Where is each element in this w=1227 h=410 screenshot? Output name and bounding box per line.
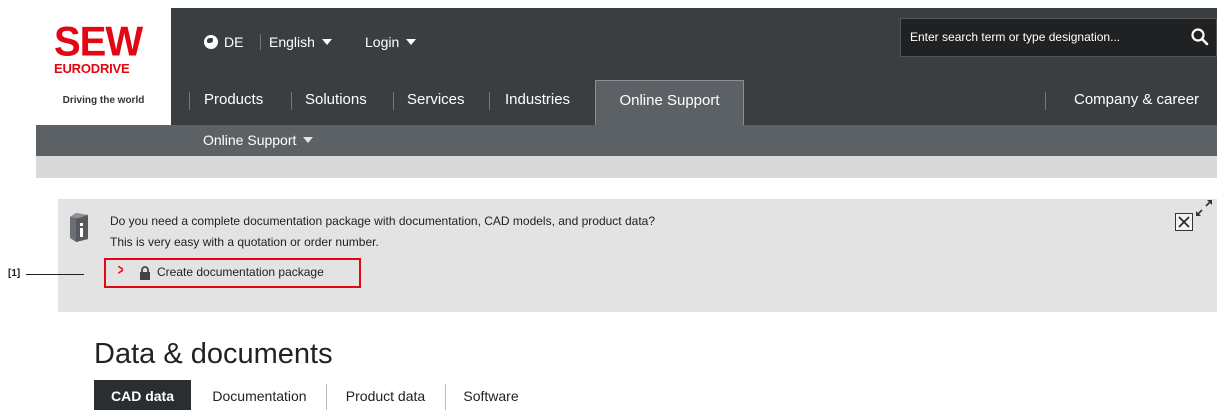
nav-divider (189, 92, 190, 110)
create-documentation-package-link[interactable]: > Create documentation package (104, 258, 361, 288)
website: SEW EURODRIVE Driving the world DE Engli… (36, 8, 1217, 410)
create-documentation-package-label: Create documentation package (157, 265, 324, 279)
sub-navigation: Online Support (36, 125, 1217, 156)
site-header: SEW EURODRIVE Driving the world DE Engli… (36, 8, 1217, 125)
expand-icon[interactable] (1195, 199, 1213, 217)
info-text-line1: Do you need a complete documentation pac… (110, 214, 656, 228)
language-selector[interactable]: English (269, 34, 332, 50)
close-icon (1178, 216, 1190, 228)
nav-item-services[interactable]: Services (407, 80, 465, 125)
data-documents-tabs: CAD data Documentation Product data Soft… (94, 380, 1216, 410)
lock-icon (140, 266, 150, 280)
callout-label: [1] (8, 268, 21, 279)
nav-item-online-support[interactable]: Online Support (595, 80, 744, 125)
language-label: English (269, 34, 315, 50)
login-menu[interactable]: Login (365, 34, 417, 50)
chevron-down-icon (406, 39, 417, 45)
subnav-label: Online Support (203, 132, 297, 148)
login-label: Login (365, 34, 400, 50)
subnav-online-support[interactable]: Online Support (203, 132, 314, 148)
page-title: Data & documents (94, 338, 333, 370)
nav-divider (1045, 92, 1046, 110)
tab-cad-data[interactable]: CAD data (94, 380, 191, 410)
globe-icon (204, 35, 218, 49)
nav-divider (291, 92, 292, 110)
chevron-down-icon (303, 137, 314, 143)
info-text-line2: This is very easy with a quotation or or… (110, 235, 379, 249)
divider-strip (36, 156, 1217, 178)
nav-divider (489, 92, 490, 110)
close-button[interactable] (1175, 213, 1193, 231)
nav-divider (393, 92, 394, 110)
chevron-right-icon: > (117, 262, 124, 279)
tab-product-data[interactable]: Product data (327, 380, 444, 410)
nav-item-products[interactable]: Products (204, 80, 263, 125)
info-box: Do you need a complete documentation pac… (58, 199, 1217, 312)
nav-item-industries[interactable]: Industries (505, 80, 570, 125)
nav-item-solutions[interactable]: Solutions (305, 80, 367, 125)
logo-tagline: Driving the world (62, 95, 145, 106)
search-box (900, 18, 1217, 57)
search-icon[interactable] (1190, 27, 1210, 47)
region-label: DE (224, 34, 244, 50)
callout-line (26, 274, 84, 275)
search-input[interactable] (910, 28, 1170, 46)
main-navigation: Products Solutions Services Industries O… (171, 80, 1217, 125)
chevron-down-icon (321, 39, 332, 45)
tab-documentation[interactable]: Documentation (194, 380, 325, 410)
region-selector[interactable]: DE (204, 34, 243, 50)
tab-software[interactable]: Software (446, 380, 536, 410)
info-book-icon (70, 213, 88, 242)
topbar-divider (260, 34, 261, 50)
logo-sew: SEW (54, 18, 143, 66)
logo-eurodrive: EURODRIVE (54, 61, 130, 76)
logo[interactable]: SEW EURODRIVE Driving the world (36, 8, 171, 125)
nav-item-company-career[interactable]: Company & career (1074, 80, 1199, 125)
